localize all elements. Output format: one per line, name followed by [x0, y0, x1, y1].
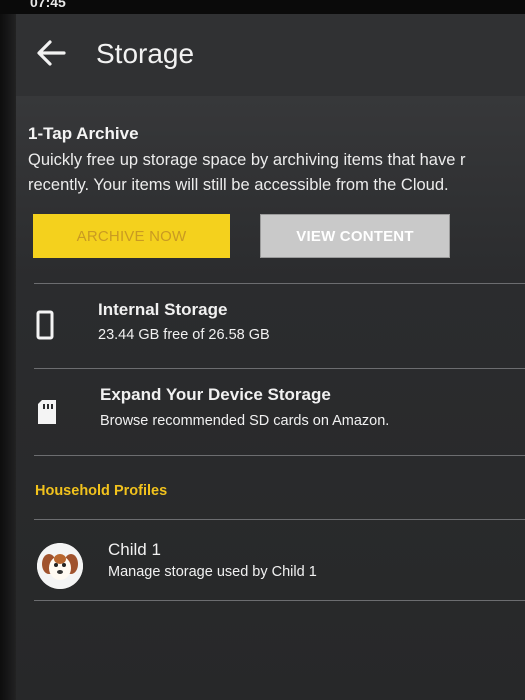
household-profiles-label: Household Profiles: [35, 483, 168, 499]
expand-storage-detail: Browse recommended SD cards on Amazon.: [100, 413, 390, 429]
storage-content: 1-Tap Archive Quickly free up storage sp…: [16, 96, 525, 700]
back-button[interactable]: [34, 36, 68, 70]
archive-description-line-2: recently. Your items will still be acces…: [28, 176, 449, 194]
view-content-button[interactable]: VIEW CONTENT: [260, 214, 450, 258]
archive-section-title: 1-Tap Archive: [28, 124, 139, 143]
divider: [34, 600, 525, 601]
profile-detail: Manage storage used by Child 1: [108, 564, 317, 580]
expand-storage-title: Expand Your Device Storage: [100, 385, 331, 404]
status-time: 07:45: [30, 0, 66, 10]
status-bar: 07:45: [0, 0, 525, 14]
internal-storage-row[interactable]: Internal Storage 23.44 GB free of 26.58 …: [16, 284, 525, 368]
divider: [34, 455, 525, 456]
sd-card-icon: [36, 399, 58, 430]
arrow-left-icon: [37, 40, 66, 66]
archive-description: Quickly free up storage space by archivi…: [28, 148, 525, 198]
profile-row-child-1[interactable]: Child 1 Manage storage used by Child 1: [16, 520, 525, 600]
screen: 07:45 Storage 1-Tap Archive Quickly free…: [0, 0, 525, 700]
dog-avatar-icon: [37, 543, 83, 589]
archive-description-line-1: Quickly free up storage space by archivi…: [28, 151, 466, 169]
app-header: Storage: [16, 14, 525, 96]
page-title: Storage: [96, 38, 195, 69]
internal-storage-detail: 23.44 GB free of 26.58 GB: [98, 327, 270, 343]
expand-storage-row[interactable]: Expand Your Device Storage Browse recomm…: [16, 369, 525, 453]
archive-now-button[interactable]: ARCHIVE NOW: [33, 214, 230, 258]
profile-name: Child 1: [108, 540, 161, 559]
device-icon: [36, 310, 54, 345]
internal-storage-title: Internal Storage: [98, 300, 228, 319]
device-bezel: [0, 0, 16, 700]
